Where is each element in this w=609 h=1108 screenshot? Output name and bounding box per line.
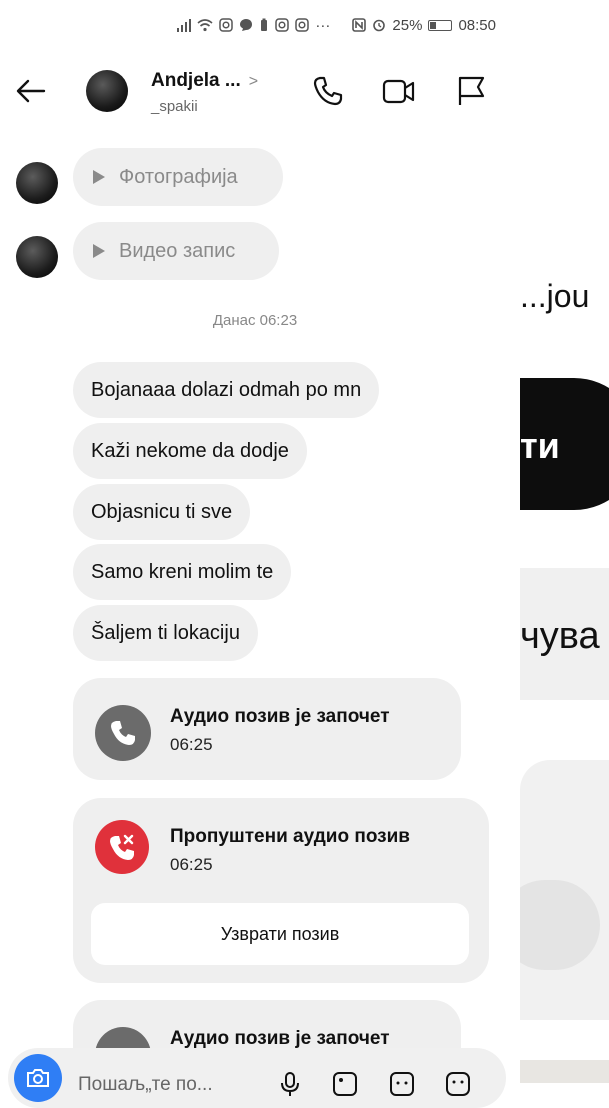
video-call-icon[interactable] bbox=[382, 74, 416, 108]
wifi-icon bbox=[197, 19, 213, 32]
missed-call-icon bbox=[95, 820, 149, 874]
background-bottom-strip bbox=[520, 1060, 609, 1083]
instagram-notification-icon-3 bbox=[295, 18, 310, 32]
sticker-icon[interactable] bbox=[444, 1070, 472, 1098]
microphone-icon[interactable] bbox=[276, 1070, 304, 1098]
message-bubble[interactable]: Objasnicu ti sve bbox=[73, 484, 251, 540]
camera-icon bbox=[27, 1069, 49, 1087]
sender-avatar[interactable] bbox=[16, 236, 58, 278]
background-dark-button-label: ти bbox=[520, 425, 560, 466]
video-attachment[interactable]: Видео запис bbox=[73, 222, 279, 280]
report-flag-icon[interactable] bbox=[455, 74, 489, 108]
nfc-icon bbox=[352, 18, 367, 32]
attachment-label: Фотографија bbox=[119, 165, 238, 188]
message-bubble[interactable]: Kaži nekome da dodje bbox=[73, 423, 307, 479]
call-title: Аудио позив је започет bbox=[170, 706, 390, 727]
photo-attachment[interactable]: Фотографија bbox=[73, 148, 283, 206]
message-composer: Пошаљ„те по... bbox=[8, 1048, 506, 1108]
sender-avatar[interactable] bbox=[16, 162, 58, 204]
audio-call-started-card[interactable]: Аудио позив је започет 06:25 bbox=[73, 678, 461, 780]
call-back-button[interactable]: Узврати позив bbox=[91, 903, 469, 965]
more-notifications-icon: ··· bbox=[315, 16, 331, 34]
call-time: 06:25 bbox=[170, 735, 213, 754]
phone-call-icon[interactable] bbox=[311, 74, 345, 108]
message-bubble[interactable]: Šaljem ti lokaciju bbox=[73, 605, 258, 661]
chevron-right-icon: > bbox=[248, 73, 259, 90]
battery-saver-icon bbox=[261, 18, 268, 31]
gallery-icon[interactable] bbox=[331, 1070, 359, 1098]
missed-audio-call-card[interactable]: Пропуштени аудио позив 06:25 Узврати поз… bbox=[73, 798, 489, 983]
call-title: Аудио позив је започет bbox=[170, 1028, 390, 1049]
alarm-icon bbox=[373, 19, 386, 32]
instagram-notification-icon-2 bbox=[275, 18, 290, 32]
signal-icon bbox=[177, 18, 192, 32]
gif-icon[interactable] bbox=[388, 1070, 416, 1098]
date-separator: Данас 06:23 bbox=[212, 312, 298, 329]
message-input[interactable]: Пошаљ„те по... bbox=[78, 1074, 213, 1096]
chat-header: Andjela ... > _spakii bbox=[0, 58, 520, 124]
attachment-label: Видео запис bbox=[119, 239, 236, 262]
play-icon bbox=[93, 244, 105, 258]
background-text: ...jou bbox=[520, 278, 590, 314]
message-bubble[interactable]: Bojanaaa dolazi odmah po mn bbox=[73, 362, 380, 418]
call-time: 06:25 bbox=[170, 855, 213, 874]
phone-icon bbox=[95, 705, 151, 761]
instagram-notification-icon bbox=[219, 18, 234, 32]
battery-percent: 25% bbox=[392, 16, 423, 34]
background-panel: ...jou ти чува bbox=[520, 0, 609, 1083]
call-title: Пропуштени аудио позив bbox=[170, 826, 410, 847]
contact-username: _spakii bbox=[151, 98, 198, 115]
avatar[interactable] bbox=[86, 70, 128, 112]
camera-button[interactable] bbox=[14, 1054, 62, 1102]
battery-icon bbox=[428, 19, 453, 31]
background-card-text: чува bbox=[520, 615, 600, 657]
contact-name[interactable]: Andjela ... > bbox=[151, 70, 258, 92]
message-bubble[interactable]: Samo kreni molim te bbox=[73, 544, 292, 600]
clock: 08:50 bbox=[458, 16, 496, 34]
back-arrow-icon[interactable] bbox=[14, 74, 48, 108]
status-bar: ··· 25% 08:50 bbox=[0, 0, 520, 50]
play-icon bbox=[93, 170, 105, 184]
contact-name-text: Andjela ... bbox=[151, 70, 241, 91]
chat-notification-icon bbox=[240, 19, 253, 31]
